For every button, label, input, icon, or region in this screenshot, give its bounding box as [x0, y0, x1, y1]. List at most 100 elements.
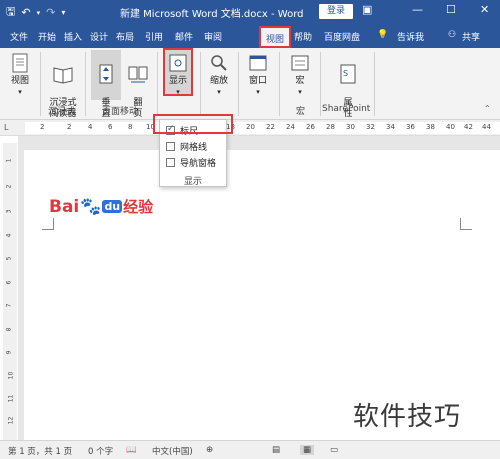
- window-label: 窗口: [248, 76, 267, 86]
- ribbon-view: 视图 ▾ 沉浸式 阅读器 沉浸式 垂 直 翻 页 页面移动 显示 ▾ 缩放 ▾ …: [0, 48, 500, 120]
- login-button[interactable]: 登录: [319, 4, 353, 19]
- watermark-text: 软件技巧: [353, 402, 462, 432]
- tell-me-box[interactable]: 告诉我: [397, 30, 424, 43]
- tab-review[interactable]: 审阅: [204, 30, 222, 43]
- gridlines-option[interactable]: 网格线: [166, 140, 207, 153]
- ribbon-display-icon[interactable]: ▣: [362, 3, 372, 16]
- tab-mailings[interactable]: 邮件: [175, 30, 193, 43]
- customize-qa-icon[interactable]: ▾: [61, 8, 65, 17]
- collapse-ribbon-icon[interactable]: ⌃: [484, 104, 491, 113]
- close-button[interactable]: ✕: [480, 3, 489, 16]
- show-button[interactable]: 显示 ▾: [164, 52, 192, 98]
- vertical-scroll-icon: [99, 64, 113, 84]
- redo-icon[interactable]: ↷: [46, 6, 55, 19]
- tab-stop-selector[interactable]: L: [4, 123, 14, 133]
- title-bar: 🖫 ↶ ▾ ↷ ▾ 新建 Microsoft Word 文档.docx - Wo…: [0, 0, 500, 24]
- ruler-tick: 8: [128, 123, 133, 131]
- language-indicator[interactable]: 中文(中国): [152, 445, 193, 457]
- web-layout-icon[interactable]: ▭: [330, 445, 338, 455]
- ruler-tick: 20: [246, 123, 255, 131]
- accessibility-icon[interactable]: ⊕: [206, 445, 213, 455]
- tab-design[interactable]: 设计: [90, 30, 108, 43]
- vertical-ruler[interactable]: 1 2 3 4 5 6 7 8 9 10 11 12: [3, 143, 17, 440]
- ruler-tick: 38: [426, 123, 435, 131]
- chevron-down-icon: ▾: [217, 88, 221, 96]
- separator: [85, 52, 86, 116]
- save-icon[interactable]: 🖫: [6, 3, 15, 22]
- separator: [157, 52, 158, 116]
- separator: [238, 52, 239, 116]
- page-count[interactable]: 第 1 页，共 1 页: [8, 445, 72, 457]
- ruler-tick: 26: [306, 123, 315, 131]
- ruler-tick: 30: [346, 123, 355, 131]
- separator: [279, 52, 280, 116]
- property-icon: S: [340, 64, 356, 84]
- undo-dropdown-icon[interactable]: ▾: [37, 9, 41, 17]
- macro-button[interactable]: 宏 ▾: [286, 52, 314, 98]
- tab-insert[interactable]: 插入: [64, 30, 82, 43]
- maximize-button[interactable]: ☐: [446, 3, 456, 16]
- show-icon: [169, 54, 187, 72]
- zoom-label: 缩放: [209, 76, 228, 86]
- paw-icon: 🐾: [80, 196, 102, 217]
- nav-pane-checkbox[interactable]: [166, 158, 175, 167]
- undo-icon[interactable]: ↶: [21, 6, 30, 19]
- tab-help[interactable]: 帮助: [294, 30, 312, 43]
- nav-pane-option[interactable]: 导航窗格: [166, 156, 216, 169]
- horizontal-ruler[interactable]: 2 2 4 6 8 10 12 14 16 18 20 22 24 26 28 …: [25, 122, 500, 134]
- tab-view[interactable]: 视图: [259, 26, 292, 48]
- logo-du: du: [102, 200, 123, 213]
- margin-corner-mark: [42, 218, 54, 230]
- ruler-tick: 11: [7, 394, 15, 403]
- nav-pane-option-label: 导航窗格: [180, 159, 217, 169]
- lightbulb-icon: 💡: [377, 30, 389, 40]
- view-mode-button[interactable]: 视图 ▾: [6, 52, 34, 98]
- window-title: 新建 Microsoft Word 文档.docx - Word: [120, 9, 304, 20]
- ruler-tick: 3: [5, 209, 13, 214]
- ruler-tick: 2: [40, 123, 45, 131]
- read-mode-icon[interactable]: ▤: [272, 445, 280, 455]
- ruler-tick: 7: [5, 303, 13, 308]
- tab-baidu-netdisk[interactable]: 百度网盘: [324, 30, 360, 43]
- ruler-tick: 8: [5, 327, 13, 332]
- chevron-down-icon: ▾: [256, 88, 260, 96]
- ruler-tick: 4: [88, 123, 93, 131]
- gridlines-checkbox[interactable]: [166, 142, 175, 151]
- show-label: 显示: [168, 76, 187, 86]
- ruler-tick: 6: [108, 123, 113, 131]
- ruler-tick: 6: [5, 280, 13, 285]
- separator: [374, 52, 375, 116]
- baidu-jingyan-logo: Bai 🐾 du 经验: [49, 196, 153, 217]
- ruler-tick: 34: [386, 123, 395, 131]
- window-button[interactable]: 窗口 ▾: [244, 52, 272, 98]
- macro-label: 宏: [295, 76, 305, 86]
- horizontal-ruler-bar: L 2 2 4 6 8 10 12 14 16 18 20 22 24 26 2…: [0, 120, 500, 136]
- proofing-icon[interactable]: 📖: [126, 445, 137, 455]
- view-mode-label: 视图: [10, 76, 29, 86]
- ruler-tick: 2: [5, 184, 13, 189]
- print-layout-icon[interactable]: ▦: [300, 445, 315, 455]
- tab-home[interactable]: 开始: [38, 30, 56, 43]
- window-icon: [249, 55, 267, 71]
- ribbon-tabs: 文件 开始 插入 设计 布局 引用 邮件 审阅 视图 帮助 百度网盘 💡 告诉我…: [0, 24, 500, 48]
- document-canvas: [18, 136, 500, 440]
- minimize-button[interactable]: —: [412, 3, 423, 16]
- zoom-button[interactable]: 缩放 ▾: [205, 52, 233, 98]
- group-page-move-label: 页面移动: [102, 107, 139, 117]
- tab-file[interactable]: 文件: [10, 30, 28, 43]
- chevron-down-icon: ▾: [298, 88, 302, 96]
- share-button[interactable]: 共享: [462, 30, 480, 43]
- magnifier-icon: [211, 55, 227, 71]
- ruler-tick: 4: [5, 233, 13, 238]
- dropdown-group-label: 显示: [183, 177, 202, 187]
- tab-layout[interactable]: 布局: [116, 30, 134, 43]
- tab-references[interactable]: 引用: [145, 30, 163, 43]
- group-macro-label: 宏: [296, 107, 306, 117]
- separator: [200, 52, 201, 116]
- ruler-tick: 28: [326, 123, 335, 131]
- page-flip-icon: [128, 66, 148, 83]
- ruler-tick: 40: [446, 123, 455, 131]
- ruler-tick: 12: [7, 416, 15, 425]
- word-count[interactable]: 0 个字: [88, 445, 113, 457]
- ruler-tick: 2: [67, 123, 72, 131]
